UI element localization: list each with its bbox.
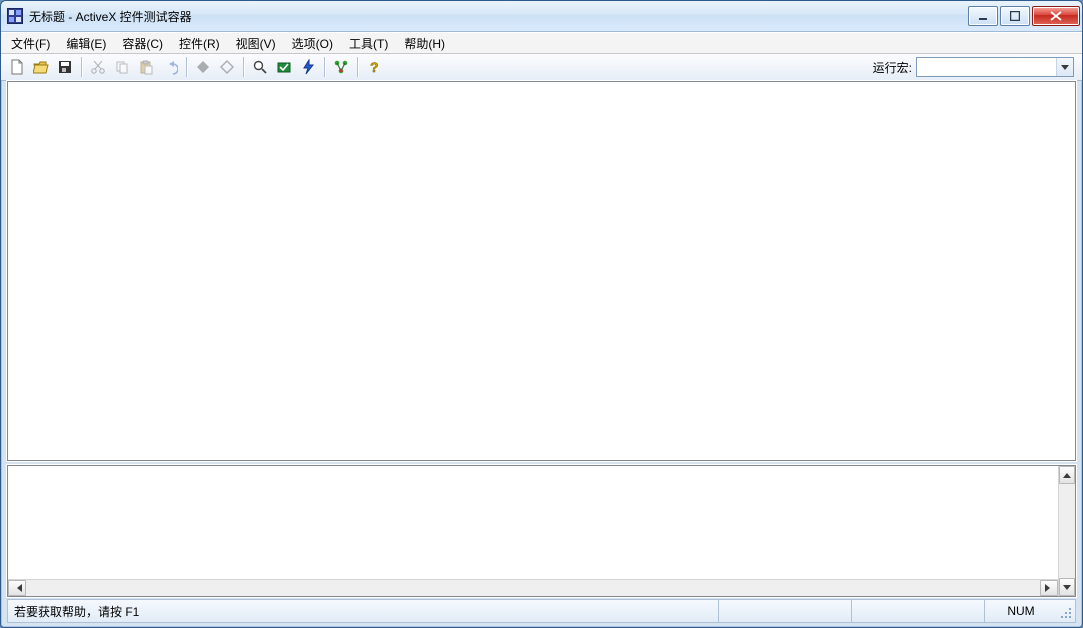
log-vertical-scrollbar[interactable]	[1058, 466, 1075, 596]
paste-button[interactable]	[134, 55, 158, 79]
run-node-icon	[333, 59, 349, 75]
menu-edit[interactable]: 编辑(E)	[58, 34, 114, 53]
scroll-up-button[interactable]	[1059, 466, 1075, 484]
toolbar-separator	[186, 57, 187, 77]
log-horizontal-scrollbar[interactable]	[8, 579, 1058, 596]
status-num-lock: NUM	[984, 600, 1057, 622]
chevron-up-icon	[1063, 473, 1071, 478]
undo-icon	[162, 59, 178, 75]
toolbar-separator	[324, 57, 325, 77]
paste-icon	[138, 59, 154, 75]
green-flag-icon	[276, 59, 292, 75]
menu-view[interactable]: 视图(V)	[228, 34, 284, 53]
scroll-right-button[interactable]	[1040, 580, 1058, 596]
combo-dropdown-button[interactable]	[1056, 58, 1073, 76]
help-icon: ?	[366, 59, 382, 75]
diamond-outline-icon	[219, 59, 235, 75]
new-file-icon	[9, 59, 25, 75]
copy-icon	[114, 59, 130, 75]
client-area	[7, 81, 1076, 597]
scroll-left-button[interactable]	[8, 580, 26, 596]
ambient-properties-button[interactable]	[272, 55, 296, 79]
properties-closed-button[interactable]	[191, 55, 215, 79]
resize-grip[interactable]	[1057, 600, 1075, 622]
magnifier-icon	[252, 59, 268, 75]
run-macro-group: 运行宏:	[873, 57, 1078, 77]
status-pane-2	[851, 600, 984, 622]
new-button[interactable]	[5, 55, 29, 79]
run-macro-button[interactable]	[329, 55, 353, 79]
chevron-right-icon	[1045, 584, 1054, 592]
copy-button[interactable]	[110, 55, 134, 79]
run-macro-combo[interactable]	[916, 57, 1074, 77]
status-bar: 若要获取帮助，请按 F1 NUM	[7, 599, 1076, 623]
menu-options[interactable]: 选项(O)	[284, 34, 341, 53]
toolbar-separator	[243, 57, 244, 77]
menu-container[interactable]: 容器(C)	[114, 34, 171, 53]
app-window: 无标题 - ActiveX 控件测试容器 文件(F) 编辑(E) 容器(C) 控…	[0, 0, 1083, 628]
invoke-methods-button[interactable]	[296, 55, 320, 79]
status-pane-1	[718, 600, 851, 622]
toolbar: ? 运行宏:	[1, 54, 1082, 81]
menu-help[interactable]: 帮助(H)	[396, 34, 453, 53]
close-button[interactable]	[1032, 6, 1080, 26]
scroll-down-button[interactable]	[1059, 578, 1075, 596]
undo-button[interactable]	[158, 55, 182, 79]
title-bar[interactable]: 无标题 - ActiveX 控件测试容器	[1, 1, 1082, 32]
properties-open-button[interactable]	[215, 55, 239, 79]
diamond-dark-icon	[195, 59, 211, 75]
open-button[interactable]	[29, 55, 53, 79]
chevron-down-icon	[1063, 585, 1071, 590]
cut-button[interactable]	[86, 55, 110, 79]
cut-icon	[90, 59, 106, 75]
event-log[interactable]	[8, 466, 1058, 579]
save-button[interactable]	[53, 55, 77, 79]
control-canvas[interactable]	[7, 81, 1076, 461]
menu-bar: 文件(F) 编辑(E) 容器(C) 控件(R) 视图(V) 选项(O) 工具(T…	[1, 32, 1082, 54]
svg-text:?: ?	[370, 59, 379, 75]
toolbar-separator	[357, 57, 358, 77]
open-folder-icon	[33, 59, 49, 75]
maximize-icon	[1010, 11, 1020, 21]
status-message: 若要获取帮助，请按 F1	[8, 603, 718, 620]
event-log-panel	[7, 465, 1076, 597]
chevron-left-icon	[13, 584, 22, 592]
save-icon	[57, 59, 73, 75]
maximize-button[interactable]	[1000, 6, 1030, 26]
toolbar-separator	[81, 57, 82, 77]
about-button[interactable]: ?	[362, 55, 386, 79]
minimize-icon	[978, 11, 988, 21]
run-macro-label: 运行宏:	[873, 59, 912, 76]
menu-tools[interactable]: 工具(T)	[341, 34, 396, 53]
chevron-down-icon	[1061, 65, 1069, 70]
resize-grip-icon	[1059, 606, 1073, 620]
lightning-icon	[300, 59, 316, 75]
minimize-button[interactable]	[968, 6, 998, 26]
close-icon	[1050, 11, 1062, 21]
menu-control[interactable]: 控件(R)	[171, 34, 228, 53]
app-icon	[7, 8, 23, 24]
menu-file[interactable]: 文件(F)	[3, 34, 58, 53]
window-title: 无标题 - ActiveX 控件测试容器	[29, 8, 968, 25]
insert-control-button[interactable]	[248, 55, 272, 79]
